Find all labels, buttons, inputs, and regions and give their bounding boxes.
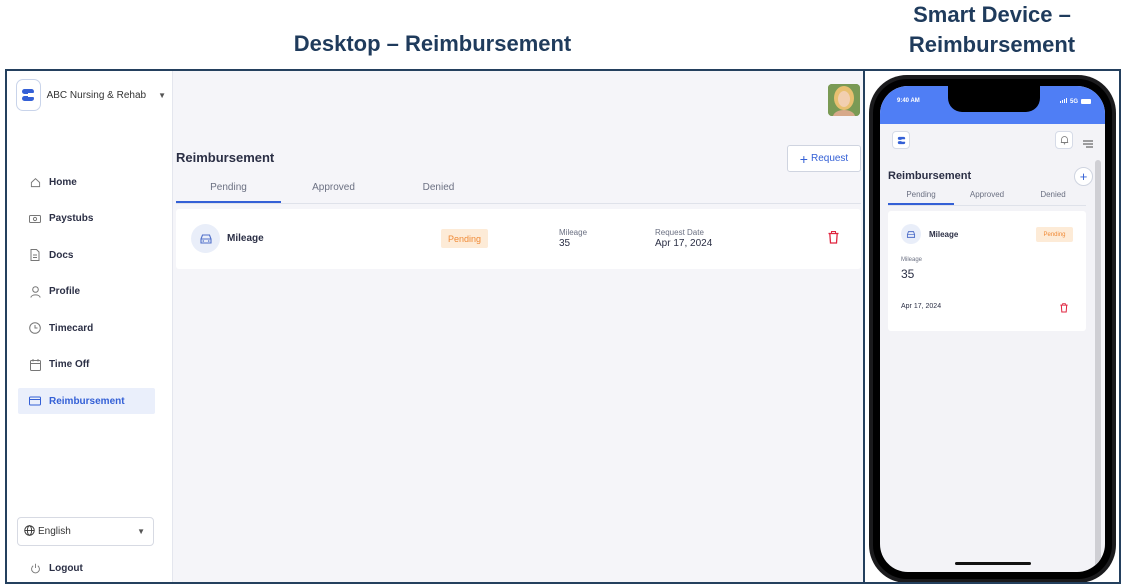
phone-screen: 9:40 AM 5G Reimbursement + Pending Appro… xyxy=(880,86,1105,572)
status-badge: Pending xyxy=(441,229,488,248)
desktop-window: ABC Nursing & Rehab ▼ Home Paystubs Docs… xyxy=(5,69,864,584)
card-type: Mileage xyxy=(227,233,264,244)
mileage-value: 35 xyxy=(559,238,571,249)
paystub-icon xyxy=(28,212,42,226)
docs-icon xyxy=(28,248,42,262)
clock-icon xyxy=(28,321,42,335)
logout-label: Logout xyxy=(49,562,83,574)
status-tabs: Pending Approved Denied xyxy=(176,176,861,204)
main-content: Reimbursement + Request Pending Approved… xyxy=(174,71,863,582)
tab-pending[interactable]: Pending xyxy=(176,176,281,203)
sidebar-item-home[interactable]: Home xyxy=(18,169,155,195)
sidebar: ABC Nursing & Rehab ▼ Home Paystubs Docs… xyxy=(7,71,173,582)
tab-denied[interactable]: Denied xyxy=(386,176,491,203)
calendar-icon xyxy=(28,358,42,372)
tab-pending[interactable]: Pending xyxy=(888,188,954,205)
page-title: Reimbursement xyxy=(888,170,972,182)
org-name: ABC Nursing & Rehab xyxy=(46,89,147,101)
mobile-heading: Smart Device – Reimbursement xyxy=(908,2,1076,57)
mobile-window: 9:40 AM 5G Reimbursement + Pending Appro… xyxy=(864,69,1121,584)
power-icon xyxy=(28,561,42,575)
sidebar-item-label: Home xyxy=(49,176,77,188)
menu-icon[interactable] xyxy=(1083,135,1093,153)
sidebar-item-label: Time Off xyxy=(49,359,90,370)
tab-denied[interactable]: Denied xyxy=(1020,188,1086,205)
card-type: Mileage xyxy=(929,230,959,239)
sidebar-item-label: Timecard xyxy=(49,322,94,334)
trash-icon[interactable] xyxy=(1060,300,1068,318)
home-icon xyxy=(28,175,42,189)
notch xyxy=(948,86,1040,112)
profile-icon xyxy=(28,285,42,299)
mileage-label: Mileage xyxy=(901,257,923,263)
chevron-down-icon: ▼ xyxy=(137,527,145,536)
phone-device: 9:40 AM 5G Reimbursement + Pending Appro… xyxy=(869,75,1116,582)
sidebar-nav: Home Paystubs Docs Profile Timecard Time… xyxy=(18,169,155,425)
reimbursement-card[interactable]: Mileage Pending Mileage 35 Request Date … xyxy=(176,209,861,269)
mileage-value: 35 xyxy=(901,267,915,281)
request-date-field: Request Date Apr 17, 2024 xyxy=(655,228,712,249)
sidebar-item-time-off[interactable]: Time Off xyxy=(18,352,155,378)
tab-approved[interactable]: Approved xyxy=(954,188,1020,205)
globe-icon xyxy=(24,524,35,539)
sidebar-item-docs[interactable]: Docs xyxy=(18,242,155,268)
org-switcher[interactable]: ABC Nursing & Rehab ▼ xyxy=(16,79,166,111)
signal-icon xyxy=(1059,98,1067,105)
battery-icon xyxy=(1081,99,1091,104)
chevron-down-icon: ▼ xyxy=(158,90,166,100)
logout-button[interactable]: Logout xyxy=(28,561,83,575)
language-select[interactable]: English ▼ xyxy=(17,517,154,546)
card-icon xyxy=(28,394,42,408)
status-badge: Pending xyxy=(1036,227,1073,242)
status-indicators: 5G xyxy=(1059,98,1091,105)
sidebar-item-paystubs[interactable]: Paystubs xyxy=(18,206,155,232)
plus-icon: + xyxy=(799,150,808,167)
home-indicator[interactable] xyxy=(955,562,1031,565)
request-date-value: Apr 17, 2024 xyxy=(901,303,942,310)
status-tabs: Pending Approved Denied xyxy=(888,188,1086,206)
page-title: Reimbursement xyxy=(176,150,275,165)
request-button[interactable]: + Request xyxy=(787,145,861,172)
reimbursement-card[interactable]: Mileage Pending Mileage 35 Apr 17, 2024 xyxy=(888,211,1086,331)
status-bar: 9:40 AM 5G xyxy=(880,86,1105,124)
plus-icon: + xyxy=(1079,169,1088,184)
car-icon xyxy=(901,224,921,244)
car-icon xyxy=(191,224,220,253)
app-logo-icon xyxy=(16,79,41,111)
sidebar-item-label: Paystubs xyxy=(49,213,94,224)
language-value: English xyxy=(38,526,71,537)
sidebar-item-reimbursement[interactable]: Reimbursement xyxy=(18,388,155,414)
add-request-button[interactable]: + xyxy=(1074,167,1093,186)
mileage-label: Mileage xyxy=(559,228,588,237)
request-date-value: Apr 17, 2024 xyxy=(655,238,713,249)
sidebar-item-label: Docs xyxy=(49,249,74,261)
avatar[interactable] xyxy=(828,84,860,116)
scrollbar[interactable] xyxy=(1095,160,1101,572)
desktop-heading: Desktop – Reimbursement xyxy=(293,31,572,56)
request-button-label: Request xyxy=(810,153,849,164)
tab-approved[interactable]: Approved xyxy=(281,176,386,203)
sidebar-item-profile[interactable]: Profile xyxy=(18,279,155,305)
network-label: 5G xyxy=(1069,98,1078,105)
app-logo-icon[interactable] xyxy=(892,131,910,149)
sidebar-item-label: Profile xyxy=(49,286,81,297)
trash-icon[interactable] xyxy=(828,231,839,249)
request-date-label: Request Date xyxy=(655,228,704,237)
mileage-field: Mileage 35 xyxy=(559,228,587,249)
bell-icon[interactable] xyxy=(1055,131,1073,149)
status-time: 9:40 AM xyxy=(897,98,920,104)
sidebar-item-timecard[interactable]: Timecard xyxy=(18,315,155,341)
sidebar-item-label: Reimbursement xyxy=(49,395,125,407)
